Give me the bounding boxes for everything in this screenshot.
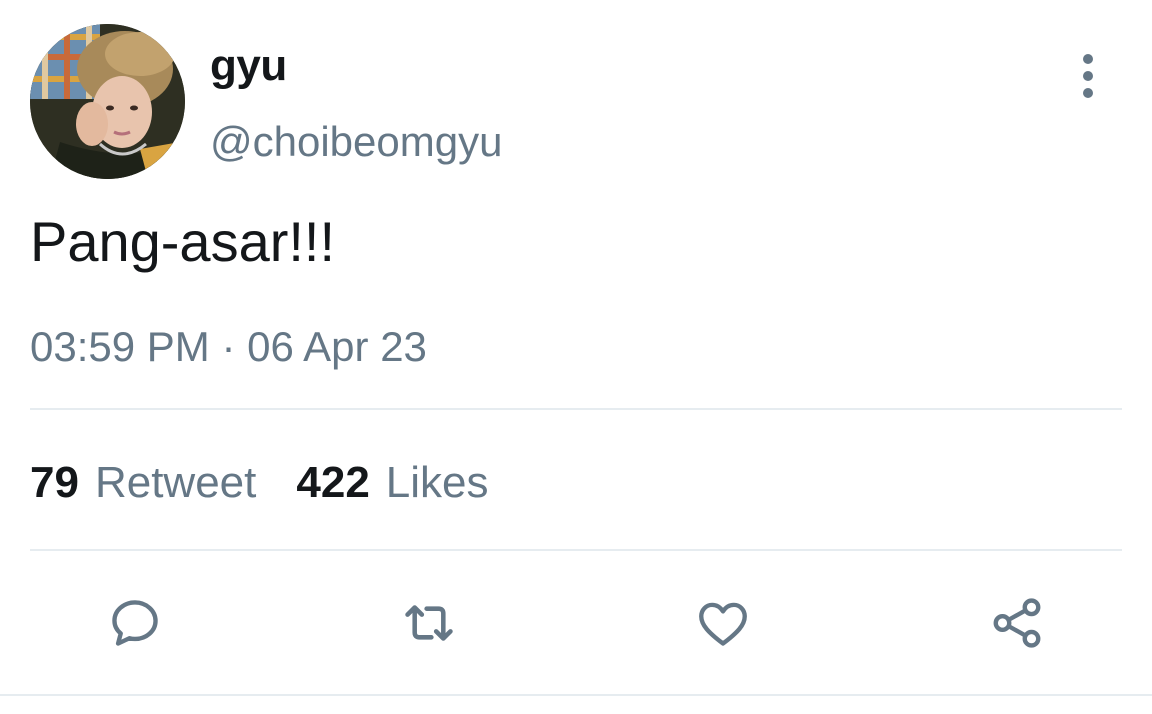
retweet-count: 79 xyxy=(30,458,79,507)
divider xyxy=(0,694,1152,696)
retweet-label: Retweet xyxy=(94,458,257,507)
avatar[interactable] xyxy=(30,24,185,179)
retweet-button[interactable] xyxy=(398,592,460,654)
like-button[interactable] xyxy=(692,592,754,654)
divider xyxy=(30,549,1122,551)
more-options-button[interactable] xyxy=(1070,54,1106,98)
likes-stat[interactable]: 422 Likes xyxy=(296,455,488,511)
likes-count: 422 xyxy=(296,458,370,507)
divider xyxy=(30,408,1122,410)
tweet-stats: 79 Retweet 422 Likes xyxy=(30,455,489,511)
tweet-timestamp[interactable]: 03:59 PM · 06 Apr 23 xyxy=(30,320,427,374)
user-handle[interactable]: @choibeomgyu xyxy=(210,116,502,168)
reply-icon xyxy=(112,600,158,646)
retweet-icon xyxy=(405,605,453,641)
reply-button[interactable] xyxy=(104,592,166,654)
share-button[interactable] xyxy=(986,592,1048,654)
display-name[interactable]: gyu xyxy=(210,40,287,92)
share-icon xyxy=(993,598,1041,648)
like-icon xyxy=(699,602,747,646)
retweet-stat[interactable]: 79 Retweet xyxy=(30,455,256,511)
more-dot xyxy=(1083,54,1093,64)
tweet-text: Pang-asar!!! xyxy=(30,210,336,273)
more-dot xyxy=(1083,88,1093,98)
likes-label: Likes xyxy=(385,458,489,507)
more-dot xyxy=(1083,71,1093,81)
avatar-image xyxy=(30,24,185,179)
